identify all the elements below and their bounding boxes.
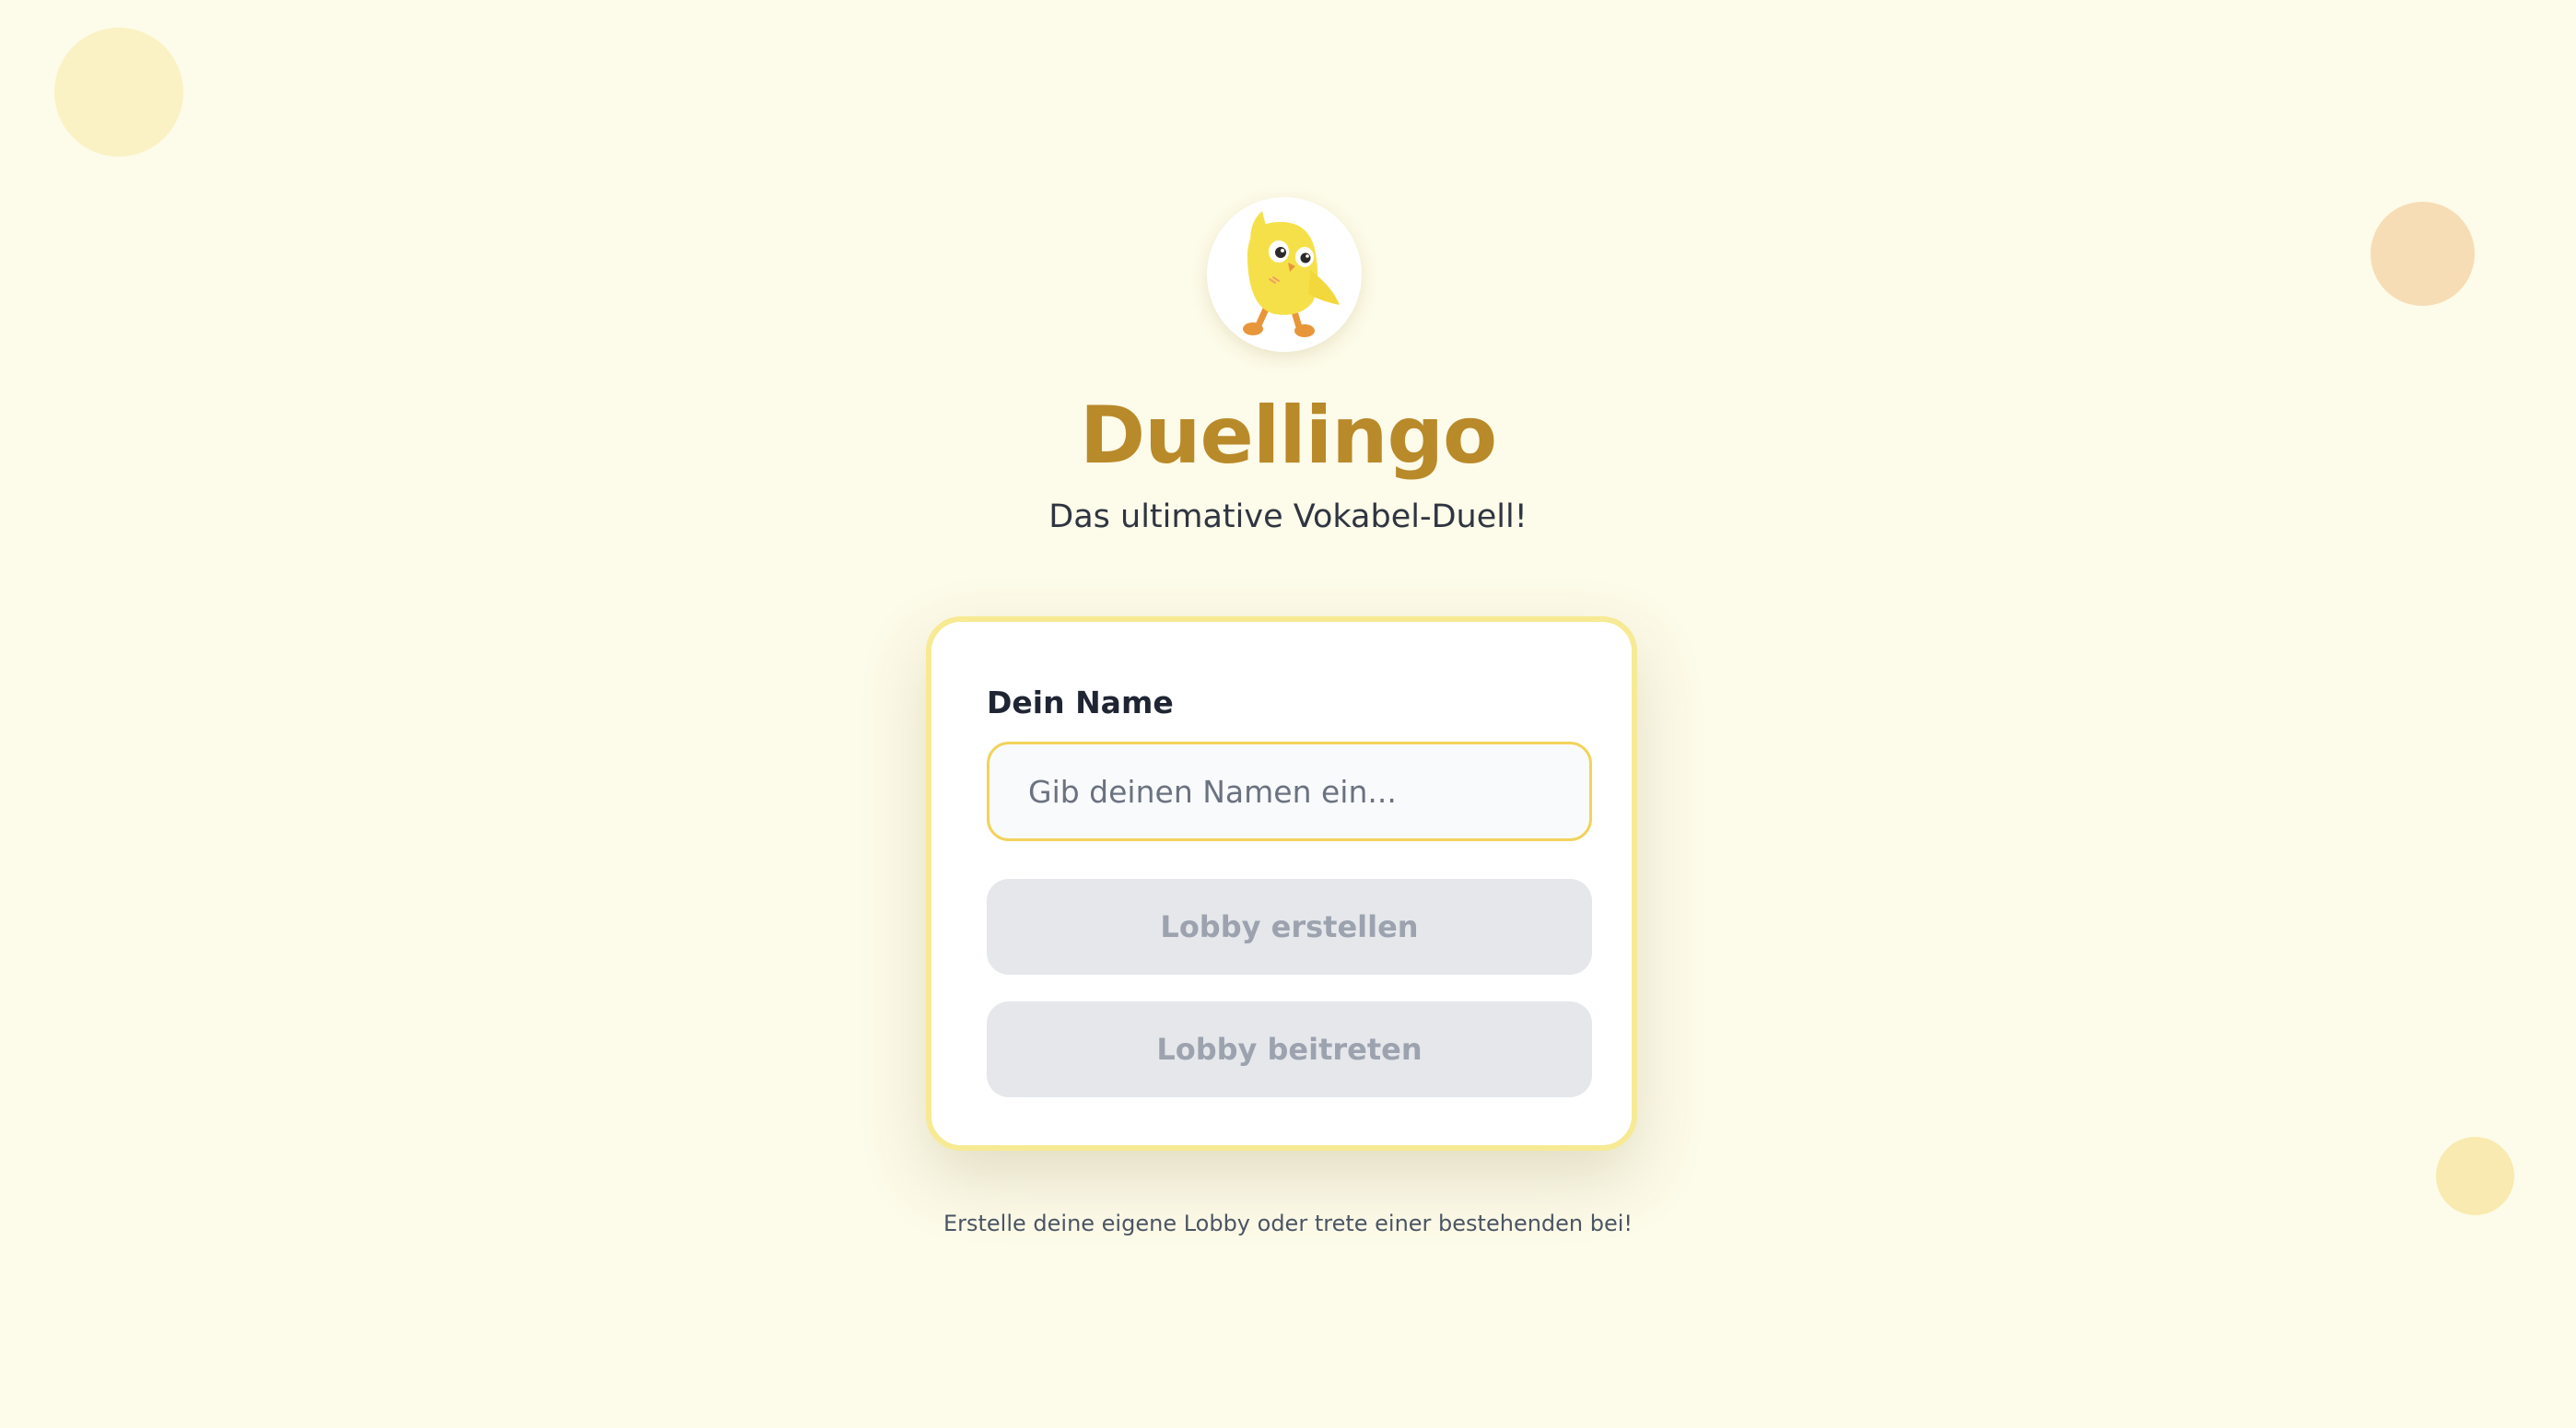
decorative-circle <box>54 28 183 157</box>
footer-hint: Erstelle deine eigene Lobby oder trete e… <box>943 1211 1633 1236</box>
decorative-circle <box>2436 1137 2514 1215</box>
landing-page: Duellingo Das ultimative Vokabel-Duell! … <box>0 0 2576 1428</box>
decorative-circle <box>2371 202 2475 306</box>
app-title: Duellingo <box>1079 390 1497 482</box>
join-lobby-button[interactable]: Lobby beitreten <box>987 1001 1592 1097</box>
mascot-logo <box>1207 197 1362 352</box>
name-input[interactable] <box>987 742 1592 841</box>
app-subtitle: Das ultimative Vokabel-Duell! <box>1048 498 1528 535</box>
chick-mascot-icon <box>1243 211 1340 337</box>
name-label: Dein Name <box>987 685 1174 720</box>
login-card: Dein Name Lobby erstellen Lobby beitrete… <box>926 616 1637 1151</box>
create-lobby-button[interactable]: Lobby erstellen <box>987 879 1592 975</box>
